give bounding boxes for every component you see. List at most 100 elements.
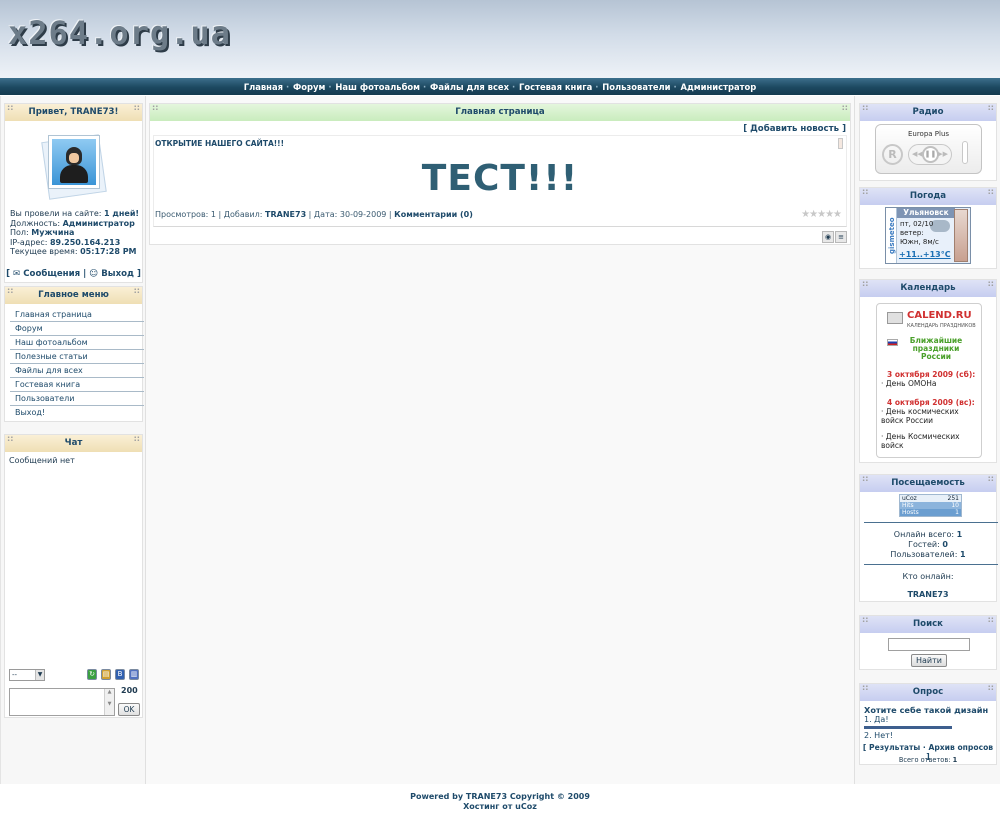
bbcode-bold-icon[interactable]: B bbox=[115, 669, 125, 680]
nav-guestbook[interactable]: Гостевая книга bbox=[512, 82, 597, 92]
counter-value: 1 bbox=[955, 509, 959, 516]
calendar-date-2: 4 октября 2009 (вс): bbox=[887, 398, 975, 407]
logout-link[interactable]: Выход bbox=[101, 269, 134, 279]
menu-item-home[interactable]: Главная страница bbox=[10, 308, 144, 322]
users-label: Пользователей: bbox=[890, 550, 958, 559]
nav-photo-album[interactable]: Наш фотоальбом bbox=[328, 82, 425, 92]
menu-item-articles[interactable]: Полезные статьи bbox=[10, 350, 144, 364]
calendar-date-1: 3 октября 2009 (сб): bbox=[887, 370, 976, 379]
search-button[interactable]: Найти bbox=[911, 654, 947, 667]
weather-informer[interactable]: gismeteo Ульяновск пт, 02/10 ветер: Южн,… bbox=[885, 207, 971, 264]
user-block-title: Привет, TRANE73! bbox=[5, 99, 142, 121]
poll-question: Хотите себе такой дизайн bbox=[864, 705, 989, 715]
calendar-logo-icon bbox=[887, 312, 903, 324]
archive-icon[interactable]: ▤ bbox=[101, 669, 111, 680]
online-user-link[interactable]: TRANE73 bbox=[860, 590, 996, 599]
rating-stars-icon[interactable]: ★★★★★ bbox=[801, 209, 842, 220]
footer-owner-link[interactable]: TRANE73 bbox=[466, 792, 507, 801]
footer-hosting-link[interactable]: Хостинг от uCoz bbox=[0, 802, 1000, 811]
avatar-body-shape bbox=[60, 165, 88, 183]
chat-empty-message: Сообщений нет bbox=[9, 456, 75, 465]
role-value: Администратор bbox=[62, 218, 135, 228]
refresh-icon[interactable]: ↻ bbox=[87, 669, 97, 680]
weather-brand: gismeteo bbox=[888, 217, 896, 254]
news-meta: Просмотров: 1 | Добавил: TRANE73 | Дата:… bbox=[155, 210, 473, 219]
poll-archive-link[interactable]: Архив опросов bbox=[928, 743, 993, 752]
calendar-event-1[interactable]: · День ОМОНа bbox=[881, 379, 977, 389]
thermometer-icon bbox=[954, 209, 968, 262]
sex-label: Пол: bbox=[10, 228, 29, 238]
counter-row: uCoz 251 bbox=[900, 495, 961, 502]
chat-select-value: -- bbox=[12, 671, 18, 679]
chat-send-button[interactable]: OK bbox=[118, 703, 140, 716]
poll-option-1: 1. Да! bbox=[864, 715, 889, 724]
right-sidebar: Радио Europa Plus R ◀◀ ❚❚ ▶▶ Погода gism… bbox=[854, 96, 1000, 784]
smiley-panel-icon[interactable]: ▥ bbox=[129, 669, 139, 680]
sex-value: Мужчина bbox=[31, 228, 75, 238]
news-edit-icon[interactable] bbox=[838, 138, 843, 149]
news-tools: ◉ ≡ bbox=[821, 231, 847, 243]
counter-label: Hosts bbox=[902, 509, 919, 516]
news-title[interactable]: ОТКРЫТИЕ НАШЕГО САЙТА!!! bbox=[155, 139, 284, 148]
poll-block: Опрос Хотите себе такой дизайн 1. Да! 2.… bbox=[859, 679, 997, 765]
volume-slider[interactable] bbox=[962, 141, 968, 164]
counter-row: Hosts 1 bbox=[900, 509, 961, 516]
views-label: Просмотров: bbox=[155, 210, 209, 219]
online-guests: Гостей: 0 bbox=[860, 540, 996, 549]
footer-copyright-text: Copyright © 2009 bbox=[509, 792, 590, 801]
view-icon[interactable]: ◉ bbox=[822, 231, 834, 243]
date-label: Дата: bbox=[313, 210, 338, 219]
forward-icon[interactable]: ▶▶ bbox=[937, 150, 948, 158]
counter-label: uCoz bbox=[902, 495, 917, 502]
online-total-value: 1 bbox=[956, 530, 963, 539]
menu-item-forum[interactable]: Форум bbox=[10, 322, 144, 336]
calendar-event-2[interactable]: · День космических войск России bbox=[881, 407, 977, 425]
news-body: ТЕСТ!!! bbox=[421, 158, 579, 199]
calendar-event-3[interactable]: · День Космических войск bbox=[881, 432, 977, 450]
main-page-block: Главная страница [ Добавить новость ] ОТ… bbox=[149, 99, 851, 245]
nav-users[interactable]: Пользователи bbox=[595, 82, 675, 92]
main-page-title: Главная страница bbox=[150, 99, 850, 121]
nav-files[interactable]: Файлы для всех bbox=[423, 82, 514, 92]
author-link[interactable]: TRANE73 bbox=[265, 210, 306, 219]
nav-admin[interactable]: Администратор bbox=[674, 82, 762, 92]
time-label: Вы провели на сайте: bbox=[10, 209, 102, 218]
menu-item-exit[interactable]: Выход! bbox=[10, 406, 144, 420]
messages-link[interactable]: Сообщения bbox=[23, 269, 80, 279]
calendar-heading: Ближайшие праздники России bbox=[909, 336, 963, 361]
online-user-name[interactable]: TRANE73 bbox=[907, 590, 948, 599]
add-news-link[interactable]: [ Добавить новость ] bbox=[743, 124, 846, 134]
chevron-down-icon: ▼ bbox=[35, 670, 44, 680]
rss-icon[interactable]: ≡ bbox=[835, 231, 847, 243]
stats-title: Посещаемость bbox=[860, 470, 996, 492]
menu-item-files[interactable]: Файлы для всех bbox=[10, 364, 144, 378]
counter-value: 251 bbox=[947, 495, 959, 502]
nav-forum[interactable]: Форум bbox=[286, 82, 330, 92]
poll-title: Опрос bbox=[860, 679, 996, 701]
top-navigation: Главная Форум Наш фотоальбом Файлы для в… bbox=[0, 78, 1000, 95]
chat-input-scrollbar[interactable]: ▲ ▼ bbox=[104, 689, 114, 715]
poll-results-link[interactable]: Результаты bbox=[869, 743, 920, 752]
search-input[interactable] bbox=[888, 638, 970, 651]
main-menu-block: Главное меню Главная страница Форум Наш … bbox=[4, 282, 144, 422]
nav-home[interactable]: Главная bbox=[239, 82, 288, 92]
user-block: Привет, TRANE73! Вы провели на сайте: 1 … bbox=[4, 99, 143, 283]
menu-item-users[interactable]: Пользователи bbox=[10, 392, 144, 406]
user-info: Вы провели на сайте: 1 дней! Должность: … bbox=[10, 209, 139, 257]
site-logo[interactable]: x264.org.ua bbox=[8, 14, 231, 52]
chat-smiley-select[interactable]: -- ▼ bbox=[9, 669, 45, 681]
chat-message-input[interactable]: ▲ ▼ bbox=[9, 688, 115, 716]
menu-item-photo-album[interactable]: Наш фотоальбом bbox=[10, 336, 144, 350]
menu-item-guestbook[interactable]: Гостевая книга bbox=[10, 378, 144, 392]
online-total-label: Онлайн всего: bbox=[893, 530, 955, 539]
weather-wind: Южн, 8м/с bbox=[900, 238, 939, 246]
avatar bbox=[41, 132, 107, 200]
visit-counter[interactable]: uCoz 251 Hits 10 Hosts 1 bbox=[899, 494, 962, 517]
site-header: x264.org.ua bbox=[0, 0, 1000, 78]
radio-r-icon[interactable]: R bbox=[882, 144, 903, 165]
comments-link[interactable]: Комментарии (0) bbox=[394, 210, 473, 219]
weather-temperature[interactable]: +11..+13°C bbox=[899, 250, 951, 259]
counter-value: 10 bbox=[951, 502, 959, 509]
calendar-widget[interactable]: CALEND.RU КАЛЕНДАРЬ ПРАЗДНИКОВ Ближайшие… bbox=[876, 303, 982, 458]
user-links: [ ✉ Сообщения | ☺ Выход ] bbox=[6, 269, 141, 279]
